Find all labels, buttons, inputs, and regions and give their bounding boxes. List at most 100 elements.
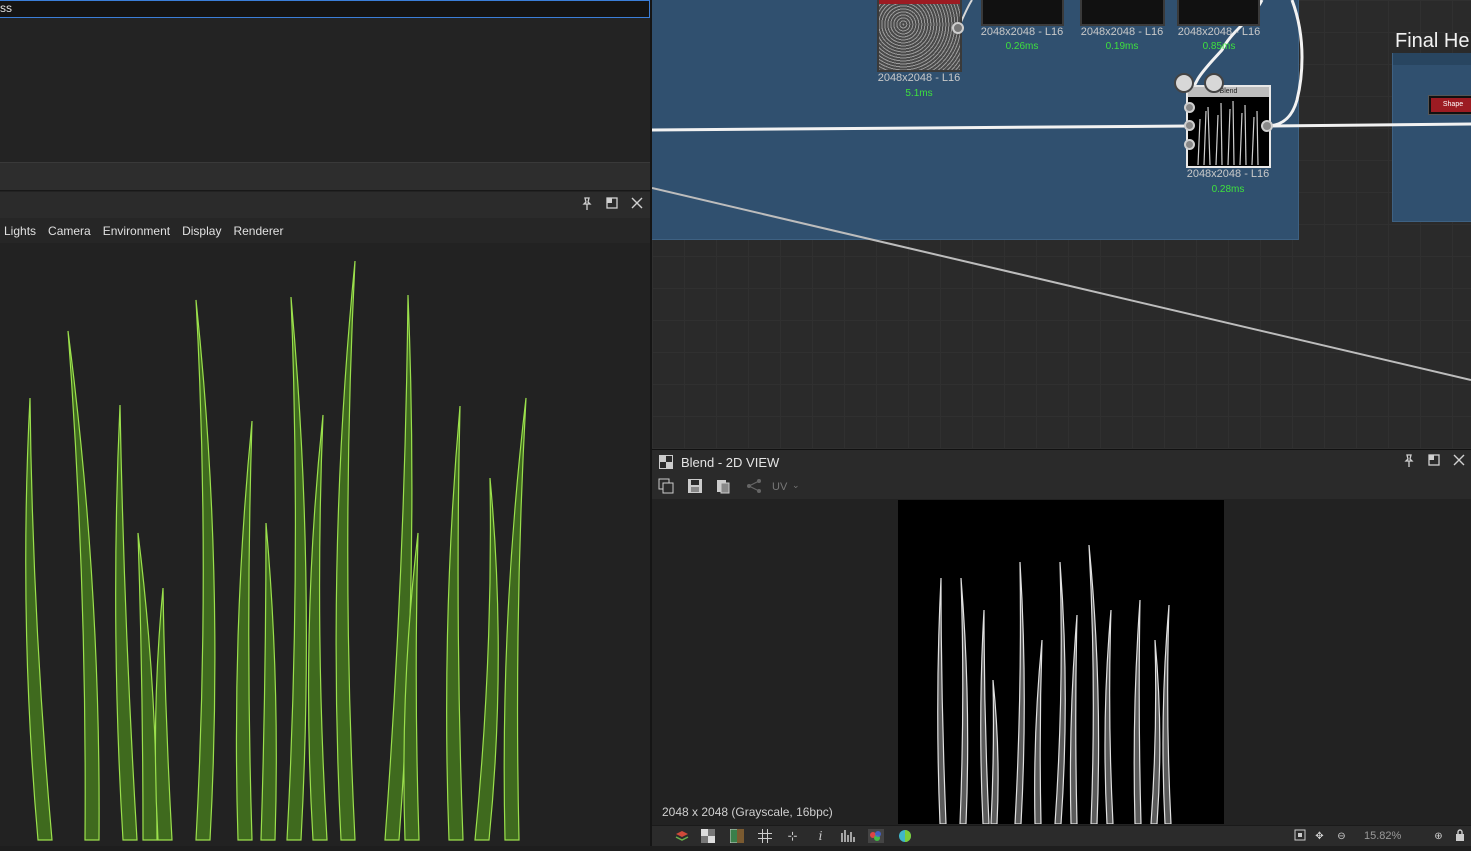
node-header bbox=[879, 0, 960, 4]
fit-view-icon[interactable] bbox=[1292, 829, 1307, 844]
grass-blade bbox=[959, 577, 969, 825]
input-port[interactable] bbox=[1184, 120, 1195, 131]
uv-dropdown[interactable]: UV bbox=[772, 481, 787, 493]
grass-blade bbox=[260, 522, 277, 841]
grass-blade bbox=[235, 420, 253, 841]
menu-renderer[interactable]: Renderer bbox=[233, 224, 283, 238]
grid-icon[interactable] bbox=[757, 829, 772, 844]
grass-blade bbox=[503, 397, 527, 841]
properties-area bbox=[0, 18, 650, 162]
grass-blade bbox=[115, 404, 138, 841]
node-blend-icon[interactable] bbox=[1204, 73, 1224, 93]
color-wheel-icon[interactable] bbox=[897, 829, 912, 844]
histogram-icon[interactable] bbox=[840, 829, 855, 844]
pin-icon[interactable] bbox=[579, 197, 595, 213]
node-time: 0.28ms bbox=[1211, 184, 1245, 195]
view3d-menu: Lights Camera Environment Display Render… bbox=[0, 218, 650, 243]
properties-footer bbox=[0, 162, 650, 191]
noise-node[interactable] bbox=[877, 0, 962, 72]
graph-wires bbox=[652, 0, 1471, 381]
menu-camera[interactable]: Camera bbox=[48, 224, 91, 238]
copy-view-icon[interactable] bbox=[658, 478, 674, 494]
grass-blade bbox=[195, 299, 216, 841]
blend-node[interactable]: Blend bbox=[1186, 85, 1271, 168]
view2d-titlebar: Blend - 2D VIEW bbox=[652, 449, 1471, 474]
grass-blade bbox=[1162, 604, 1172, 825]
node-a[interactable] bbox=[981, 0, 1064, 26]
grass-blade bbox=[307, 414, 328, 841]
menu-lights[interactable]: Lights bbox=[4, 224, 36, 238]
chevron-down-icon[interactable]: ⌄ bbox=[792, 480, 800, 491]
menu-display[interactable]: Display bbox=[182, 224, 221, 238]
save-icon[interactable] bbox=[687, 478, 703, 494]
grass-blade bbox=[67, 330, 100, 841]
output-port[interactable] bbox=[1261, 120, 1273, 132]
view2d-statusbar: ⊹ i ✥ ⊖ 15.82% ⊕ bbox=[652, 825, 1471, 846]
input-port[interactable] bbox=[1184, 139, 1195, 150]
view3d-titlebar bbox=[0, 192, 650, 218]
grass-height-map bbox=[937, 544, 1172, 825]
pan-icon[interactable]: ✥ bbox=[1312, 829, 1327, 844]
left-panel: ss Lights Camera Environment Display Ren… bbox=[0, 0, 650, 846]
node-time: 0.19ms bbox=[1105, 41, 1139, 52]
clipboard-icon[interactable] bbox=[715, 478, 731, 494]
checker-icon bbox=[659, 455, 673, 469]
grass-blade bbox=[990, 679, 999, 825]
menu-environment[interactable]: Environment bbox=[103, 224, 170, 238]
grass-blade bbox=[286, 296, 307, 841]
grass-render bbox=[25, 260, 527, 841]
grass-blade bbox=[154, 587, 173, 841]
node-label: 2048x2048 - L16 bbox=[1080, 26, 1164, 38]
blend-thumbnail bbox=[1197, 100, 1259, 166]
grass-blade bbox=[1034, 639, 1043, 825]
grass-blade bbox=[1069, 614, 1078, 825]
info-icon[interactable]: i bbox=[813, 829, 828, 844]
zoom-level[interactable]: 15.82% bbox=[1364, 830, 1401, 842]
grass-blade bbox=[1150, 639, 1161, 825]
zoom-out-icon[interactable]: ⊖ bbox=[1334, 829, 1349, 844]
zoom-in-icon[interactable]: ⊕ bbox=[1431, 829, 1446, 844]
output-port[interactable] bbox=[952, 22, 964, 34]
transparency-icon[interactable] bbox=[700, 829, 715, 844]
shape-node-label: Shape bbox=[1431, 98, 1471, 112]
view2d-title: Blend - 2D VIEW bbox=[681, 455, 780, 470]
pin-icon[interactable] bbox=[1401, 454, 1417, 470]
grass-blade bbox=[137, 532, 158, 841]
share-icon[interactable] bbox=[746, 478, 762, 494]
node-label: 2048x2048 - L16 bbox=[980, 26, 1064, 38]
shape-node[interactable]: Shape bbox=[1428, 95, 1471, 115]
blend-node-header: Blend bbox=[1188, 87, 1269, 97]
close-icon[interactable] bbox=[1451, 454, 1467, 470]
node-c[interactable] bbox=[1177, 0, 1260, 26]
color-space-icon[interactable] bbox=[729, 828, 744, 844]
transform-icon[interactable]: ⊹ bbox=[785, 829, 800, 844]
node-label: 2048x2048 - L16 bbox=[877, 72, 961, 84]
grass-blade bbox=[1088, 544, 1100, 825]
node-doc-icon[interactable] bbox=[1174, 73, 1194, 93]
view2d-panel: Blend - 2D VIEW UV ⌄ 2048 x 2048 (Graysc… bbox=[652, 449, 1471, 846]
grass-blade bbox=[980, 609, 990, 825]
node-time: 0.26ms bbox=[1005, 41, 1039, 52]
node-b[interactable] bbox=[1080, 0, 1165, 26]
maximize-icon[interactable] bbox=[1426, 454, 1442, 470]
grass-blade bbox=[1133, 599, 1142, 825]
close-icon[interactable] bbox=[629, 197, 645, 213]
lock-icon[interactable] bbox=[1452, 829, 1467, 844]
graph-view[interactable]: Final He 2048x2048 - L16 5.1ms 2048x2048… bbox=[652, 0, 1471, 449]
view3d-viewport[interactable] bbox=[0, 243, 650, 846]
channels-icon[interactable] bbox=[868, 829, 884, 844]
grass-blade bbox=[1054, 561, 1066, 825]
view2d-toolbar: UV ⌄ bbox=[652, 474, 1471, 499]
node-label: 2048x2048 - L16 bbox=[1177, 26, 1261, 38]
layers-icon[interactable] bbox=[674, 829, 689, 844]
grass-blade bbox=[1014, 561, 1025, 825]
grass-blade bbox=[1104, 609, 1114, 825]
search-input[interactable]: ss bbox=[0, 0, 650, 18]
grass-blade bbox=[25, 397, 53, 841]
view2d-viewport[interactable]: 2048 x 2048 (Grayscale, 16bpc) bbox=[652, 499, 1471, 825]
input-port[interactable] bbox=[1184, 102, 1195, 113]
node-label: 2048x2048 - L16 bbox=[1186, 168, 1270, 180]
grass-blade bbox=[335, 260, 356, 841]
image-info: 2048 x 2048 (Grayscale, 16bpc) bbox=[662, 805, 833, 819]
maximize-icon[interactable] bbox=[604, 197, 620, 213]
